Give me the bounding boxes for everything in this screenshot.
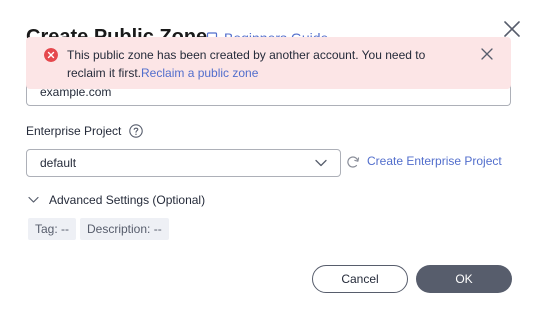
cancel-button[interactable]: Cancel	[312, 265, 408, 293]
alert-message: This public zone has been created by ano…	[67, 46, 452, 82]
chevron-down-icon	[315, 159, 327, 167]
create-enterprise-project-link[interactable]: Create Enterprise Project	[367, 154, 502, 168]
help-icon[interactable]	[129, 124, 144, 138]
advanced-settings-label: Advanced Settings (Optional)	[49, 193, 206, 207]
error-alert: This public zone has been created by ano…	[26, 37, 511, 89]
alert-close-icon[interactable]	[481, 48, 493, 60]
description-summary: Description: --	[80, 218, 169, 240]
enterprise-project-select[interactable]: default	[26, 149, 341, 177]
enterprise-project-label-text: Enterprise Project	[26, 124, 122, 138]
enterprise-project-label: Enterprise Project	[26, 124, 144, 138]
close-icon[interactable]	[502, 19, 522, 39]
error-icon	[44, 48, 58, 62]
advanced-settings-toggle[interactable]: Advanced Settings (Optional)	[28, 193, 205, 207]
chevron-down-icon	[28, 196, 39, 203]
ok-button[interactable]: OK	[416, 265, 512, 293]
tag-summary: Tag: --	[28, 218, 77, 240]
enterprise-project-selected: default	[40, 156, 77, 170]
reclaim-link[interactable]: Reclaim a public zone	[141, 66, 258, 80]
refresh-icon[interactable]	[346, 155, 360, 169]
